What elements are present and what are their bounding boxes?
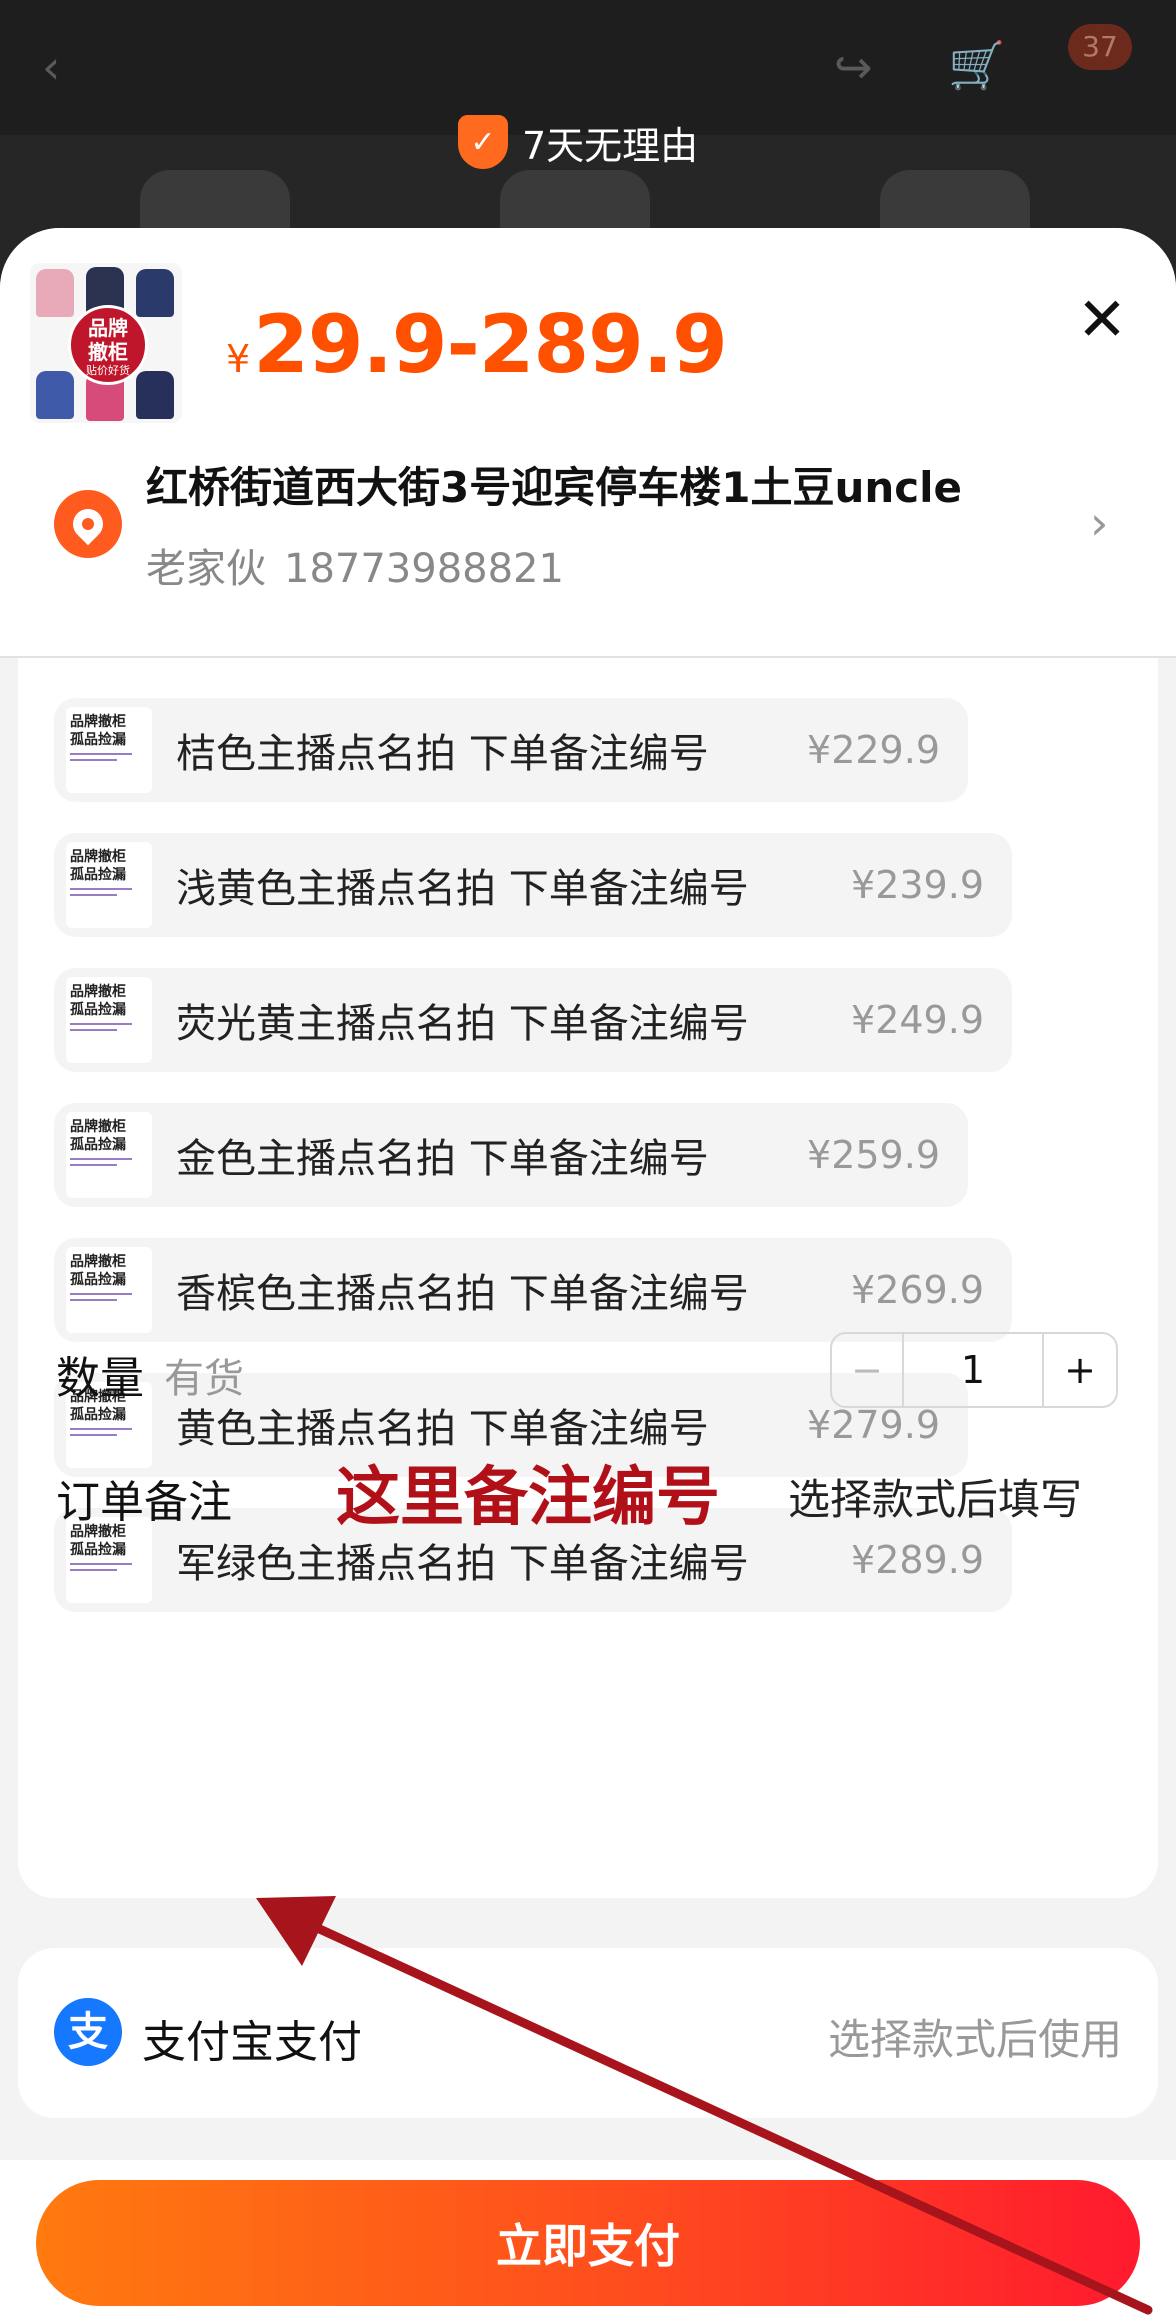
quantity-value[interactable]: 1 — [904, 1334, 1044, 1406]
sku-selection-sheet: 品牌 撤柜 贴价好货 ¥ 29.9-289.9 ✕ 红桥街道西大街3号迎宾停车楼… — [0, 228, 1176, 2322]
location-pin-icon — [54, 490, 122, 558]
cart-icon[interactable]: 🛒 — [948, 42, 1005, 88]
sku-option-price: ¥259.9 — [807, 1133, 940, 1177]
increment-button[interactable]: + — [1044, 1334, 1116, 1406]
sku-option-label: 金色主播点名拍 下单备注编号 — [176, 1136, 709, 1182]
recipient-name: 老家伙 — [146, 546, 266, 592]
remark-annotation: 这里备注编号 — [336, 1461, 720, 1535]
sku-option-price: ¥289.9 — [851, 1538, 984, 1582]
address-contact[interactable]: 老家伙 18773988821 — [146, 536, 564, 594]
recipient-phone: 18773988821 — [284, 546, 564, 592]
sku-option-label: 荧光黄主播点名拍 下单备注编号 — [176, 1001, 749, 1047]
sku-option-price: ¥249.9 — [851, 998, 984, 1042]
alipay-icon: 支 — [54, 1998, 122, 2066]
currency-symbol: ¥ — [226, 337, 250, 381]
product-thumbnail[interactable]: 品牌 撤柜 贴价好货 — [30, 263, 182, 423]
order-remark-input[interactable]: 选择款式后填写 — [788, 1466, 1082, 1527]
chevron-right-icon[interactable]: › — [1090, 500, 1108, 546]
quantity-stepper[interactable]: − 1 + — [830, 1332, 1118, 1408]
sku-option-label: 香槟色主播点名拍 下单备注编号 — [176, 1271, 749, 1317]
sku-option-image: 品牌撤柜 孤品捡漏 — [66, 977, 152, 1063]
decrement-button[interactable]: − — [832, 1334, 904, 1406]
sku-option-label: 军绿色主播点名拍 下单备注编号 — [176, 1541, 749, 1587]
sku-option[interactable]: 品牌撤柜 孤品捡漏 荧光黄主播点名拍 下单备注编号 ¥249.9 — [54, 968, 1012, 1072]
price-range: ¥ 29.9-289.9 — [226, 298, 728, 391]
pay-now-button[interactable]: 立即支付 — [36, 2180, 1140, 2306]
sku-option[interactable]: 品牌撤柜 孤品捡漏 浅黄色主播点名拍 下单备注编号 ¥239.9 — [54, 833, 1012, 937]
payment-method-card[interactable]: 支 支付宝支付 选择款式后使用 — [18, 1948, 1158, 2118]
sheet-header: 品牌 撤柜 贴价好货 ¥ 29.9-289.9 ✕ 红桥街道西大街3号迎宾停车楼… — [0, 228, 1176, 658]
return-policy-text: 7天无理由 — [522, 123, 699, 168]
shield-check-icon: ✓ — [458, 115, 508, 169]
share-icon[interactable]: ↪ — [834, 44, 873, 90]
stock-status: 有货 — [164, 1356, 244, 1402]
payment-method-label: 支付宝支付 — [142, 2017, 362, 2068]
back-icon[interactable]: ‹ — [42, 44, 60, 90]
return-policy-tag: ✓ 7天无理由 — [458, 114, 698, 170]
sku-option-price: ¥269.9 — [851, 1268, 984, 1312]
sku-option-image: 品牌撤柜 孤品捡漏 — [66, 1112, 152, 1198]
sku-option-image: 品牌撤柜 孤品捡漏 — [66, 707, 152, 793]
brand-seal: 品牌 撤柜 贴价好货 — [68, 305, 148, 385]
sku-option[interactable]: 品牌撤柜 孤品捡漏 桔色主播点名拍 下单备注编号 ¥229.9 — [54, 698, 968, 802]
sku-option-label: 桔色主播点名拍 下单备注编号 — [176, 731, 709, 777]
sku-option-label: 浅黄色主播点名拍 下单备注编号 — [176, 866, 749, 912]
sku-option-price: ¥239.9 — [851, 863, 984, 907]
price-range-value: 29.9-289.9 — [253, 298, 728, 391]
sku-option-image: 品牌撤柜 孤品捡漏 — [66, 842, 152, 928]
payment-hint: 选择款式后使用 — [827, 2015, 1122, 2064]
order-remark-title: 订单备注 — [56, 1477, 232, 1528]
address-line[interactable]: 红桥街道西大街3号迎宾停车楼1土豆uncle — [146, 454, 962, 515]
footer-bar: 立即支付 — [0, 2160, 1176, 2322]
sku-option[interactable]: 品牌撤柜 孤品捡漏 金色主播点名拍 下单备注编号 ¥259.9 — [54, 1103, 968, 1207]
options-card: 品牌撤柜 孤品捡漏 桔色主播点名拍 下单备注编号 ¥229.9 品牌撤柜 孤品捡漏 浅黄色主… — [18, 658, 1158, 1898]
quantity-title: 数量 — [56, 1353, 144, 1404]
close-icon[interactable]: ✕ — [1070, 288, 1134, 352]
sku-option-price: ¥229.9 — [807, 728, 940, 772]
quantity-row: 数量 有货 − 1 + — [18, 1320, 1158, 1410]
cart-count-badge: 37 — [1068, 24, 1132, 70]
